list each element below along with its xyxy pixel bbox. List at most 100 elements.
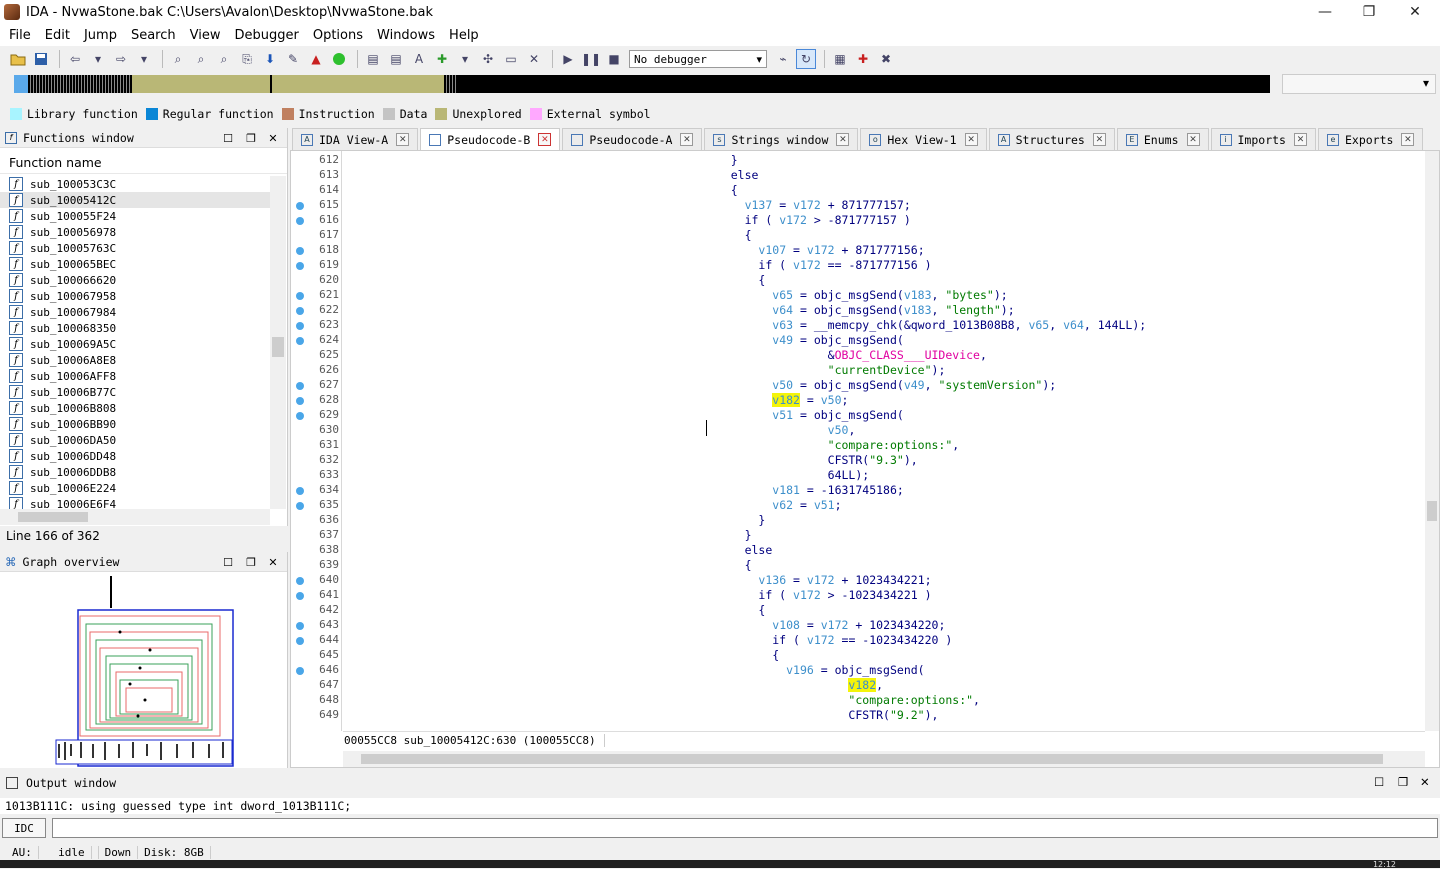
panel-float-icon[interactable]: ❐ <box>243 130 259 146</box>
function-list-item[interactable]: f sub_10006B77C <box>0 384 270 400</box>
code-line[interactable]: else <box>343 543 773 558</box>
breakpoint-dot-icon[interactable] <box>296 592 304 600</box>
breakpoint-dot-icon[interactable] <box>296 382 304 390</box>
code-line[interactable]: v182 = v50; <box>343 393 848 408</box>
function-list-item[interactable]: f sub_10005412C <box>0 192 270 208</box>
open-icon[interactable] <box>8 49 28 69</box>
code-line[interactable]: else <box>343 168 759 183</box>
breakpoint-list-icon[interactable]: ▦ <box>830 49 850 69</box>
menu-edit[interactable]: Edit <box>40 28 75 43</box>
code-line[interactable]: CFSTR("9.3"), <box>343 453 918 468</box>
code-line[interactable]: if ( v172 == -871777156 ) <box>343 258 931 273</box>
breakpoint-dot-icon[interactable] <box>296 577 304 585</box>
code-line[interactable]: v50, <box>343 423 856 438</box>
function-list-item[interactable]: f sub_10006AFF8 <box>0 368 270 384</box>
function-list-item[interactable]: f sub_100067958 <box>0 288 270 304</box>
breakpoint-dot-icon[interactable] <box>296 397 304 405</box>
tab-close-icon[interactable]: ✕ <box>1186 133 1200 146</box>
code-line[interactable]: CFSTR("9.2"), <box>343 708 938 723</box>
code-line[interactable]: v181 = -1631745186; <box>343 483 904 498</box>
code-line[interactable]: { <box>343 603 765 618</box>
code-line[interactable]: "currentDevice"); <box>343 363 946 378</box>
tab-ida-view-a[interactable]: A IDA View-A ✕ <box>292 128 419 150</box>
panel-close-icon[interactable]: ✕ <box>265 130 281 146</box>
code-line[interactable]: v196 = objc_msgSend( <box>343 663 924 678</box>
code-vscroll[interactable] <box>1425 151 1439 731</box>
breakpoint-dot-icon[interactable] <box>296 502 304 510</box>
menu-windows[interactable]: Windows <box>372 28 440 43</box>
tab-close-icon[interactable]: ✕ <box>680 133 694 146</box>
navigation-band[interactable] <box>14 75 1270 93</box>
idc-button[interactable]: IDC <box>2 818 46 838</box>
code-line[interactable]: if ( v172 == -1023434220 ) <box>343 633 952 648</box>
stop-icon[interactable]: ■ <box>604 49 624 69</box>
tab-close-icon[interactable]: ✕ <box>538 133 552 146</box>
panel-maximize-icon[interactable]: ☐ <box>220 554 236 570</box>
function-list-item[interactable]: f sub_100056978 <box>0 224 270 240</box>
function-list-item[interactable]: f sub_10006DD48 <box>0 448 270 464</box>
add-icon[interactable]: ✚ <box>432 49 452 69</box>
tab-close-icon[interactable]: ✕ <box>836 133 850 146</box>
column-header-function-name[interactable]: Function name <box>0 152 287 174</box>
code-line[interactable]: 64LL); <box>343 468 870 483</box>
panel-maximize-icon[interactable]: ☐ <box>1374 775 1384 789</box>
breakpoint-dot-icon[interactable] <box>296 667 304 675</box>
code-line[interactable]: v49 = objc_msgSend( <box>343 333 904 348</box>
make-string-icon[interactable]: A <box>409 49 429 69</box>
breakpoint-dot-icon[interactable] <box>296 247 304 255</box>
breakpoint-dot-icon[interactable] <box>296 487 304 495</box>
function-list-item[interactable]: f sub_10006B808 <box>0 400 270 416</box>
make-code-icon[interactable]: ▤ <box>363 49 383 69</box>
tab-hex-view-1[interactable]: o Hex View-1 ✕ <box>860 128 987 150</box>
function-list-item[interactable]: f sub_100065BEC <box>0 256 270 272</box>
code-line[interactable]: v63 = __memcpy_chk(&qword_1013B08B8, v65… <box>343 318 1146 333</box>
function-list-item[interactable]: f sub_100066620 <box>0 272 270 288</box>
code-line[interactable]: v137 = v172 + 871777157; <box>343 198 911 213</box>
tab-close-icon[interactable]: ✕ <box>964 133 978 146</box>
breakpoint-dot-icon[interactable] <box>296 262 304 270</box>
panel-float-icon[interactable]: ❐ <box>243 554 259 570</box>
code-line[interactable]: { <box>343 228 752 243</box>
pseudocode-text[interactable]: } else { v137 = v172 + 871777157; if (v… <box>343 151 1425 731</box>
breakpoint-dot-icon[interactable] <box>296 202 304 210</box>
undefine-icon[interactable]: ✕ <box>524 49 544 69</box>
function-list-item[interactable]: f sub_10006A8E8 <box>0 352 270 368</box>
function-list-vscroll[interactable] <box>270 176 286 509</box>
tab-close-icon[interactable]: ✕ <box>1092 133 1106 146</box>
panel-float-icon[interactable]: ❐ <box>1398 775 1408 789</box>
run-green-icon[interactable] <box>329 49 349 69</box>
tab-exports[interactable]: e Exports ✕ <box>1317 128 1424 150</box>
function-list-item[interactable]: f sub_10006E6F4 <box>0 496 270 509</box>
function-list-item[interactable]: f sub_10005763C <box>0 240 270 256</box>
search-next-icon[interactable]: ⎘ <box>237 49 257 69</box>
function-list-item[interactable]: f sub_10006DA50 <box>0 432 270 448</box>
code-line[interactable]: { <box>343 273 765 288</box>
idc-input[interactable] <box>52 818 1438 838</box>
add-breakpoint-icon[interactable]: ✚ <box>853 49 873 69</box>
code-line[interactable]: v182, <box>343 678 883 693</box>
breakpoint-dot-icon[interactable] <box>296 622 304 630</box>
debugger-select[interactable]: No debugger ▾ <box>629 50 767 68</box>
code-line[interactable]: v108 = v172 + 1023434220; <box>343 618 945 633</box>
output-text[interactable]: 1013B111C: using guessed type int dword_… <box>0 798 1440 814</box>
code-line[interactable]: v65 = objc_msgSend(v183, "bytes"); <box>343 288 1007 303</box>
function-list-hscroll[interactable] <box>0 509 270 525</box>
breakpoint-dot-icon[interactable] <box>296 322 304 330</box>
forward-icon[interactable]: ⇨ <box>111 49 131 69</box>
immediate-search-icon[interactable]: ⌕ <box>214 49 234 69</box>
patch-icon[interactable]: ▭ <box>501 49 521 69</box>
function-list-item[interactable]: f sub_100067984 <box>0 304 270 320</box>
search-warning-icon[interactable]: ✎ <box>283 49 303 69</box>
save-icon[interactable] <box>31 49 51 69</box>
code-line[interactable]: } <box>343 528 752 543</box>
function-list-item[interactable]: f sub_100069A5C <box>0 336 270 352</box>
panel-close-icon[interactable]: ✕ <box>265 554 281 570</box>
code-line[interactable]: v64 = objc_msgSend(v183, "length"); <box>343 303 1014 318</box>
jump-down-icon[interactable]: ⬇ <box>260 49 280 69</box>
code-line[interactable]: v51 = objc_msgSend( <box>343 408 904 423</box>
attach-icon[interactable]: ⌁ <box>773 49 793 69</box>
minimize-button[interactable]: — <box>1302 0 1348 24</box>
function-list-item[interactable]: f sub_100053C3C <box>0 176 270 192</box>
menu-view[interactable]: View <box>185 28 226 43</box>
forward-dropdown-icon[interactable]: ▾ <box>134 49 154 69</box>
